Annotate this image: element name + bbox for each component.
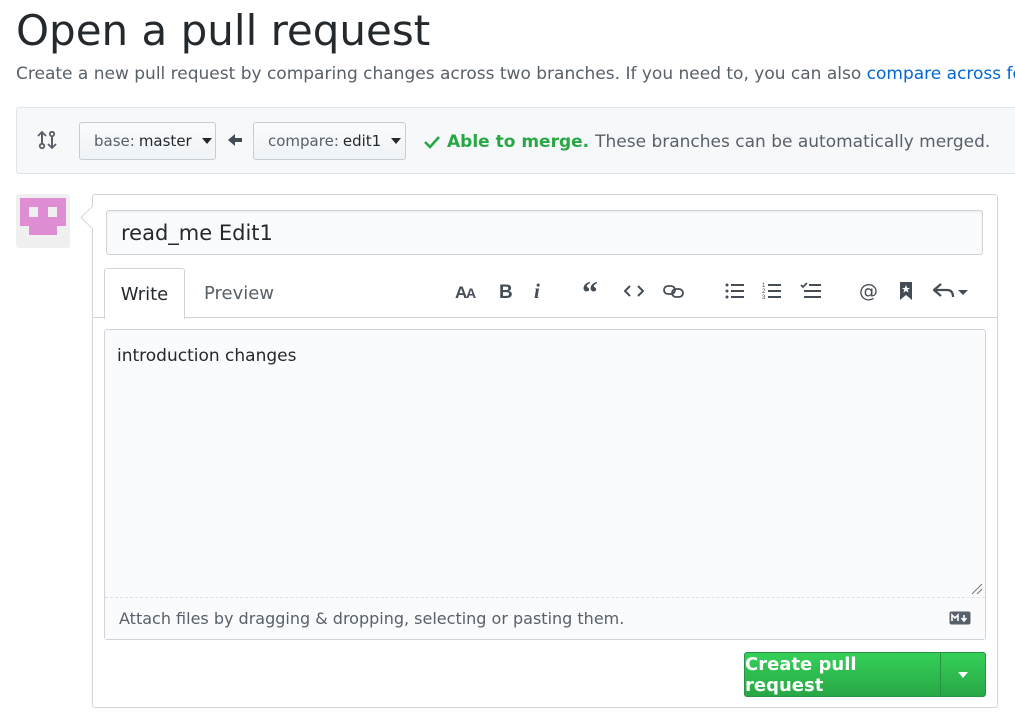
compare-forks-link[interactable]: compare across forks [867,64,1015,84]
resize-handle-icon[interactable] [971,583,983,595]
task-list-icon[interactable] [796,276,826,306]
tab-write[interactable]: Write [104,268,185,319]
text-size-icon[interactable]: AA [452,276,482,306]
svg-text:@: @ [859,281,878,301]
code-icon[interactable] [619,276,649,306]
italic-icon[interactable]: i [523,276,553,306]
identicon-icon [20,198,66,244]
page-subtitle: Create a new pull request by comparing c… [16,64,1015,84]
svg-text:B: B [499,282,513,301]
svg-text:“: “ [582,281,598,301]
compare-arrows-icon [37,130,57,150]
compare-branch-button[interactable]: compare: edit1 [253,122,406,160]
svg-text:3: 3 [762,295,766,301]
tab-preview[interactable]: Preview [193,268,285,318]
comment-body-editor[interactable]: introduction changes Attach files by dra… [104,329,986,640]
markdown-icon[interactable] [949,611,971,625]
bullet-list-icon[interactable] [720,276,750,306]
base-branch-name: master [138,132,192,150]
editor-tabs: Write Preview AA B i “ 123 @ [93,268,997,319]
chevron-down-icon [391,138,402,144]
branch-range-bar: base: master compare: edit1 Able to merg… [16,107,1015,174]
base-branch-button[interactable]: base: master [79,122,216,160]
create-options-dropdown[interactable] [941,653,985,696]
numbered-list-icon[interactable]: 123 [757,276,787,306]
comment-body-text[interactable]: introduction changes [117,346,296,366]
create-pull-request-label[interactable]: Create pull request [745,653,941,696]
merge-status: Able to merge. These branches can be aut… [423,132,990,152]
avatar[interactable] [16,194,70,248]
merge-message: These branches can be automatically merg… [595,132,991,152]
chevron-down-icon [201,138,212,144]
reply-icon[interactable] [931,276,973,306]
quote-icon[interactable]: “ [578,276,608,306]
chevron-down-icon [958,671,968,678]
merge-ok-label: Able to merge. [447,132,590,152]
compare-branch-name: edit1 [342,132,382,150]
bold-icon[interactable]: B [491,276,521,306]
saved-reply-icon[interactable] [891,276,921,306]
subtitle-text: Create a new pull request by comparing c… [16,64,867,84]
base-prefix: base: [94,132,135,150]
attach-files-bar[interactable]: Attach files by dragging & dropping, sel… [105,597,985,639]
pr-title-input[interactable] [106,210,983,255]
pull-request-form: Write Preview AA B i “ 123 @ [92,194,998,708]
page-title: Open a pull request [16,6,431,55]
svg-text:i: i [534,281,540,301]
create-pull-request-button[interactable]: Create pull request [744,652,986,697]
svg-text:A: A [466,285,476,301]
attach-files-hint: Attach files by dragging & dropping, sel… [119,609,625,628]
arrow-left-icon [228,134,242,146]
compare-prefix: compare: [268,132,339,150]
check-icon [424,136,440,149]
mention-icon[interactable]: @ [854,276,884,306]
link-icon[interactable] [659,276,689,306]
